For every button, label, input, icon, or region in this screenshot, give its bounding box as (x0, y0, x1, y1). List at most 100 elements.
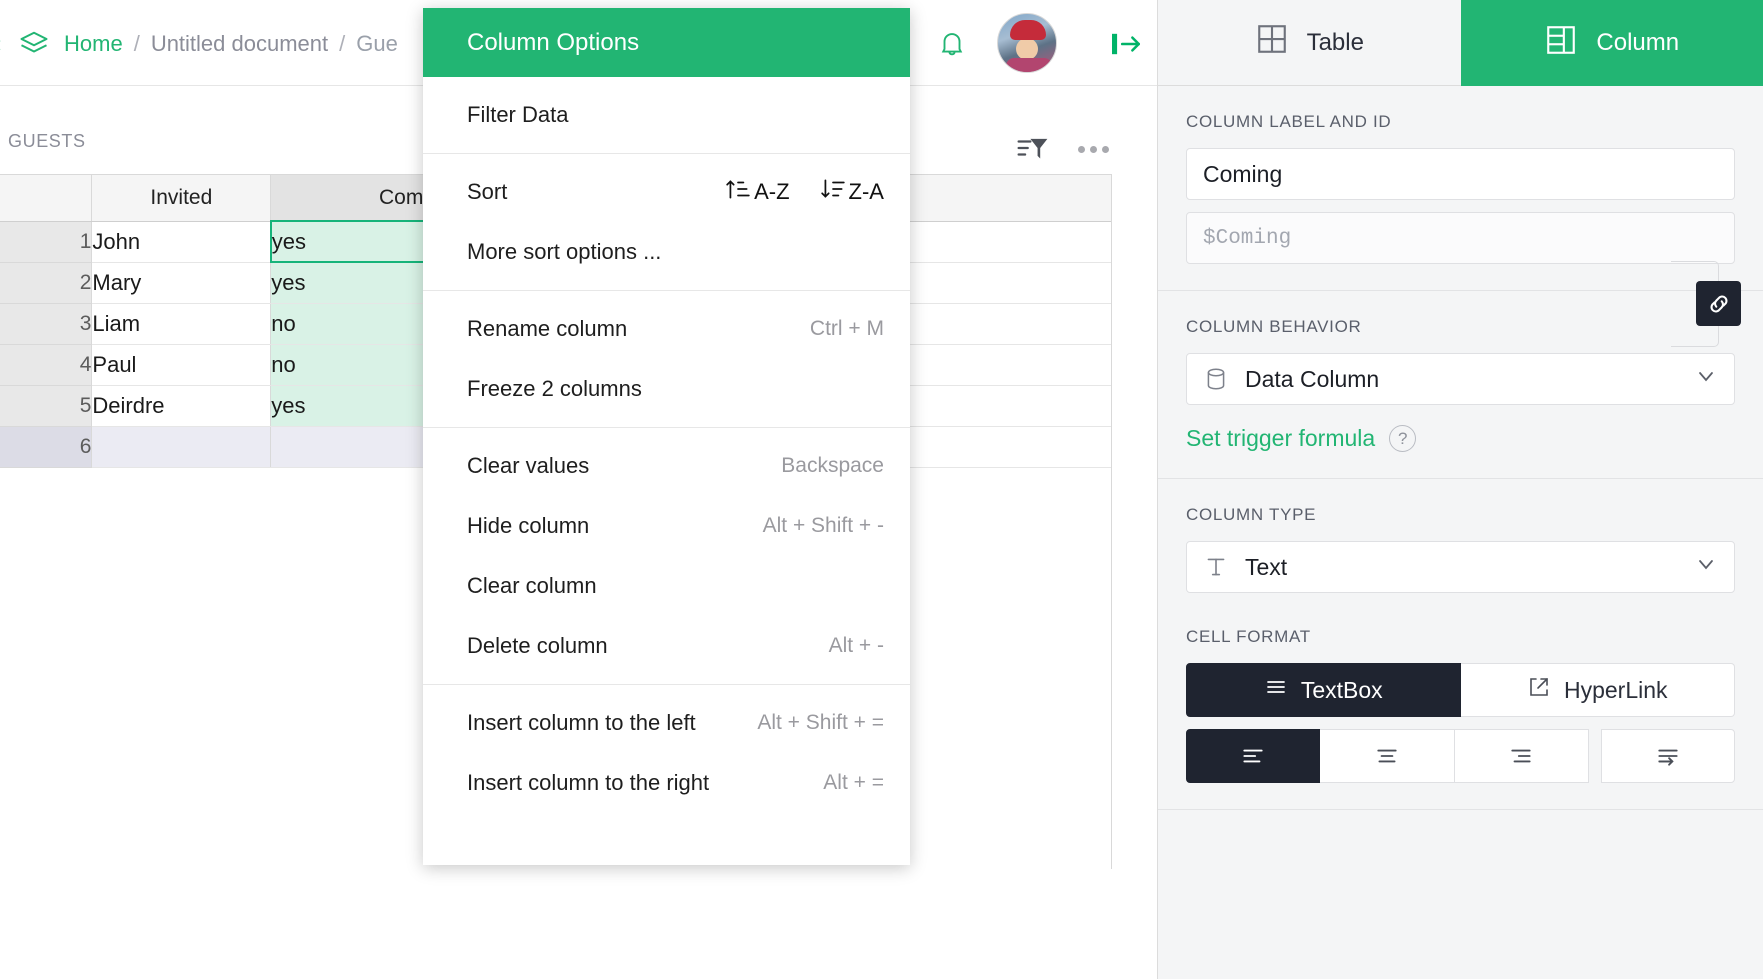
tab-table[interactable]: Table (1158, 0, 1461, 86)
external-link-icon (1527, 675, 1551, 705)
avatar-face (1016, 38, 1038, 60)
tab-column[interactable]: Column (1461, 0, 1763, 86)
align-center-button[interactable] (1320, 729, 1454, 783)
cell-format-textbox-label: TextBox (1301, 677, 1383, 704)
cell-invited[interactable]: John (92, 221, 271, 262)
column-header-invited[interactable]: Invited (92, 175, 271, 221)
column-header-rownum (0, 175, 92, 221)
column-type-select[interactable]: Text (1186, 541, 1735, 593)
avatar-scarf (1006, 58, 1052, 73)
panel-tabs: Table Column (1158, 0, 1763, 86)
align-wrap-button[interactable] (1601, 729, 1735, 783)
sort-descending-label: Z-A (849, 179, 884, 205)
row-number: 4 (0, 344, 92, 385)
more-options-icon[interactable] (1075, 135, 1111, 163)
menu-item-insert-column-right[interactable]: Insert column to the right Alt + = (423, 753, 910, 813)
column-label-input[interactable]: Coming (1186, 148, 1735, 200)
sort-filter-icon[interactable] (1016, 132, 1050, 164)
menu-item-label: Freeze 2 columns (467, 376, 642, 402)
menu-item-freeze-columns[interactable]: Freeze 2 columns (423, 359, 910, 419)
menu-item-filter-data[interactable]: Filter Data (423, 85, 910, 145)
sort-actions: A-Z Z-A (725, 176, 884, 208)
row-number: 5 (0, 385, 92, 426)
cell-format-toggle: TextBox HyperLink (1186, 663, 1735, 717)
menu-item-label: Hide column (467, 513, 589, 539)
menu-item-clear-column[interactable]: Clear column (423, 556, 910, 616)
menu-item-label: Sort (467, 179, 507, 205)
cell-invited[interactable] (92, 426, 271, 467)
breadcrumb-document[interactable]: Untitled document (151, 31, 328, 57)
sheet-title: GUESTS (8, 131, 86, 152)
menu-item-more-sort-options[interactable]: More sort options ... (423, 222, 910, 282)
column-id-input[interactable]: $Coming (1186, 212, 1735, 264)
column-type-value: Text (1245, 554, 1287, 581)
app-root: ‹ Home / Untitled document / Gue (0, 0, 1763, 979)
row-number: 3 (0, 303, 92, 344)
avatar-hat (1010, 20, 1046, 40)
table-grid-icon (1255, 22, 1289, 63)
column-properties-panel: Table Column COLUMN LABEL AND ID Coming (1157, 0, 1763, 979)
menu-item-label: Delete column (467, 633, 608, 659)
cell-invited[interactable]: Paul (92, 344, 271, 385)
menu-item-insert-column-left[interactable]: Insert column to the left Alt + Shift + … (423, 693, 910, 753)
textbox-lines-icon (1264, 675, 1288, 705)
row-number: 6 (0, 426, 92, 467)
breadcrumb-home[interactable]: Home (64, 31, 123, 57)
link-chain-icon[interactable] (1696, 281, 1741, 326)
menu-group-column-actions: Clear values Backspace Hide column Alt +… (423, 428, 910, 685)
column-layout-icon (1544, 23, 1578, 64)
sign-out-icon[interactable] (1106, 25, 1146, 63)
set-trigger-formula-link[interactable]: Set trigger formula ? (1186, 425, 1735, 452)
text-type-icon (1203, 554, 1229, 580)
sort-descending-button[interactable]: Z-A (820, 176, 884, 208)
sort-ascending-label: A-Z (754, 179, 789, 205)
column-behavior-select[interactable]: Data Column (1186, 353, 1735, 405)
menu-item-rename-column[interactable]: Rename column Ctrl + M (423, 299, 910, 359)
cell-format-hyperlink-button[interactable]: HyperLink (1461, 663, 1736, 717)
cell-invited[interactable]: Mary (92, 262, 271, 303)
menu-item-shortcut: Alt + Shift + = (757, 711, 884, 735)
menu-item-delete-column[interactable]: Delete column Alt + - (423, 616, 910, 676)
chevron-down-icon[interactable] (1694, 552, 1718, 582)
menu-item-label: More sort options ... (467, 239, 661, 265)
sort-ascending-button[interactable]: A-Z (725, 176, 789, 208)
help-question-icon[interactable]: ? (1389, 425, 1416, 452)
menu-item-label: Insert column to the left (467, 710, 696, 736)
menu-title: Column Options (423, 8, 910, 77)
menu-item-shortcut: Backspace (781, 454, 884, 478)
menu-group-filter: Filter Data (423, 77, 910, 154)
cell-invited[interactable]: Liam (92, 303, 271, 344)
notification-bell-icon[interactable] (930, 22, 974, 66)
menu-item-label: Insert column to the right (467, 770, 709, 796)
row-number: 1 (0, 221, 92, 262)
menu-item-clear-values[interactable]: Clear values Backspace (423, 436, 910, 496)
menu-item-shortcut: Alt + - (829, 634, 884, 658)
sort-descending-icon (820, 176, 846, 208)
cell-invited[interactable]: Deirdre (92, 385, 271, 426)
menu-group-column-edit: Rename column Ctrl + M Freeze 2 columns (423, 291, 910, 428)
section-title-cell-format: CELL FORMAT (1186, 627, 1735, 647)
chevron-left-icon[interactable]: ‹ (0, 31, 10, 57)
tab-column-label: Column (1596, 29, 1679, 57)
menu-item-label: Clear column (467, 573, 597, 599)
avatar[interactable] (997, 13, 1057, 73)
cell-format-hyperlink-label: HyperLink (1564, 677, 1668, 704)
chevron-down-icon[interactable] (1694, 364, 1718, 394)
section-title-type: COLUMN TYPE (1186, 505, 1735, 525)
cell-format-textbox-button[interactable]: TextBox (1186, 663, 1461, 717)
column-options-menu: Column Options Filter Data Sort (423, 8, 910, 865)
layers-logo-icon[interactable] (19, 29, 49, 59)
column-type-section: COLUMN TYPE Text (1158, 479, 1763, 601)
align-left-button[interactable] (1186, 729, 1320, 783)
column-label-value: Coming (1203, 161, 1282, 188)
breadcrumb-sheet[interactable]: Gue (356, 31, 398, 57)
menu-item-label: Clear values (467, 453, 589, 479)
align-right-button[interactable] (1455, 729, 1589, 783)
menu-item-hide-column[interactable]: Hide column Alt + Shift + - (423, 496, 910, 556)
breadcrumb: ‹ Home / Untitled document / Gue (0, 24, 398, 64)
menu-item-shortcut: Alt + = (823, 771, 884, 795)
column-label-section: COLUMN LABEL AND ID Coming $Coming (1158, 86, 1763, 291)
tab-table-label: Table (1307, 29, 1364, 57)
menu-item-sort[interactable]: Sort A-Z (423, 162, 910, 222)
menu-group-sort: Sort A-Z (423, 154, 910, 291)
